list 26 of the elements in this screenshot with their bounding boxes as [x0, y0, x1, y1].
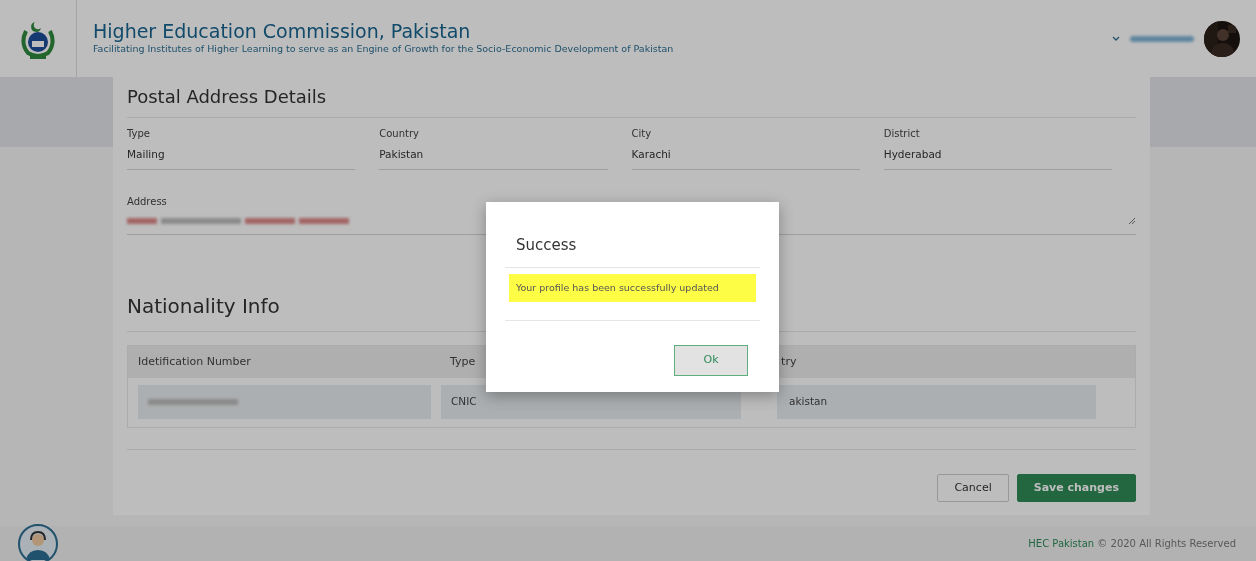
- field-label: Type: [127, 127, 151, 141]
- site-title: Higher Education Commission, Pakistan: [93, 20, 472, 42]
- column-header: Type: [450, 354, 476, 368]
- site-tagline: Facilitating Institutes of Higher Learning to serve as an Engine of Growth for the Socio-Economic Development of Pakistan: [93, 42, 675, 56]
- field-label: City: [631, 127, 653, 141]
- footer-copyright: HEC Pakistan © 2020 All Rights Reserved: [1028, 537, 1236, 551]
- blurred-username[interactable]: [1128, 34, 1196, 43]
- field-label: Country: [379, 127, 420, 141]
- country-field: akistan: [777, 385, 1096, 420]
- footer-link[interactable]: HEC Pakistan: [1028, 538, 1095, 549]
- column-header: Idetification Number: [138, 354, 251, 368]
- field-value: Karachi: [631, 141, 860, 170]
- field-value: Hyderabad: [883, 141, 1112, 170]
- ok-button[interactable]: Ok: [674, 344, 748, 376]
- section-heading: Postal Address Details: [127, 83, 1136, 118]
- cancel-button[interactable]: Cancel: [937, 473, 1009, 503]
- field-label: Address: [127, 194, 168, 209]
- resize-grip-icon[interactable]: [1128, 217, 1136, 226]
- dialog-title: Success: [505, 202, 760, 268]
- column-header: try: [781, 354, 797, 368]
- support-agent-icon[interactable]: [18, 523, 58, 561]
- field-value: Mailing: [127, 141, 356, 170]
- chevron-down-icon[interactable]: [1112, 35, 1120, 42]
- field-label: District: [883, 127, 921, 141]
- field-value: Pakistan: [379, 141, 608, 170]
- save-button[interactable]: Save changes: [1016, 473, 1136, 503]
